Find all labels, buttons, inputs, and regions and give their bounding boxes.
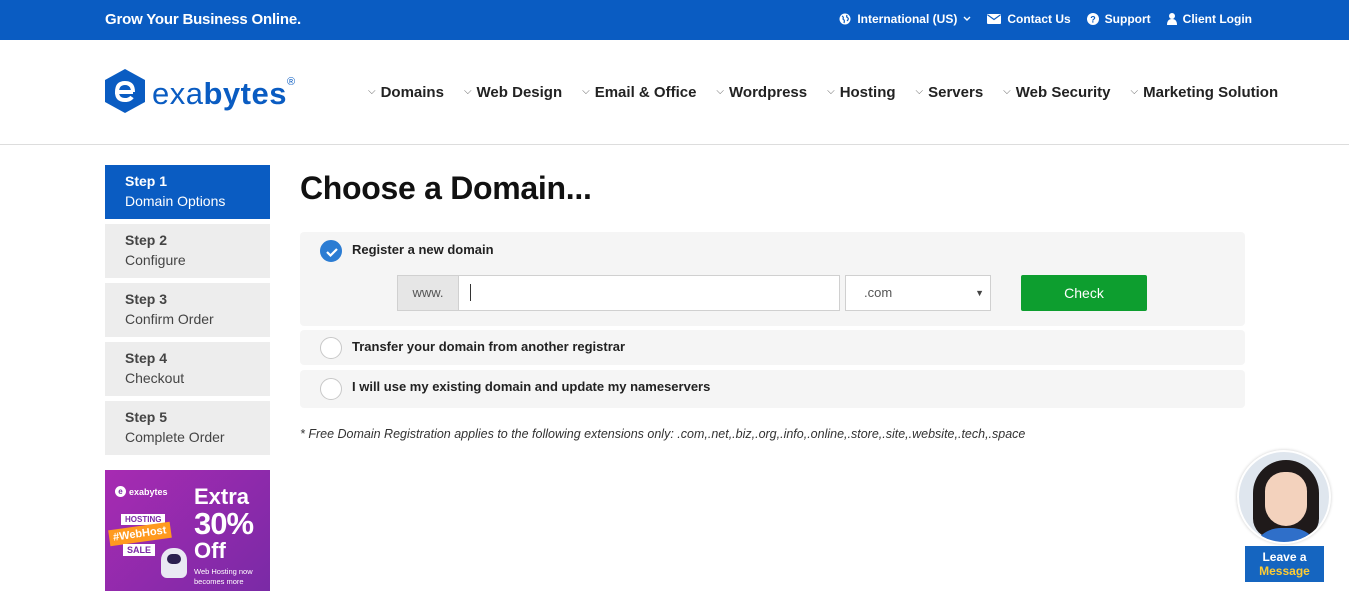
leave-message-button[interactable]: Leave a Message [1245, 546, 1324, 582]
promo-percent: 30% [194, 506, 254, 541]
check-button[interactable]: Check [1021, 275, 1147, 311]
tld-selected: .com [864, 285, 893, 300]
support-label: Support [1104, 12, 1151, 26]
chevron-down-icon [963, 16, 971, 22]
step-domain-options[interactable]: Step 1 Domain Options [105, 165, 270, 219]
promo-brand: e exabytes [115, 486, 168, 497]
nav-servers[interactable]: ⌵ Servers [916, 84, 984, 101]
order-steps: Step 1 Domain Options Step 2 Configure S… [105, 165, 270, 460]
svg-text:?: ? [1090, 15, 1096, 25]
step-number: Step 3 [125, 291, 168, 307]
promo-banner[interactable]: e exabytes HOSTING #WebHost SALE Extra 3… [105, 470, 270, 591]
step-label: Domain Options [125, 193, 226, 209]
step-number: Step 2 [125, 232, 168, 248]
checkmark-icon [326, 248, 338, 258]
existing-radio[interactable] [320, 378, 342, 400]
free-domain-note: * Free Domain Registration applies to th… [300, 427, 1026, 441]
step-checkout[interactable]: Step 4 Checkout [105, 342, 270, 396]
site-header: exabytes ® ⌵ Domains ⌵ Web Design ⌵ Email &… [0, 40, 1349, 145]
contact-us-label: Contact Us [1007, 12, 1071, 26]
chevron-down-icon: ⌵ [915, 86, 924, 97]
chat-line-2: Message [1259, 564, 1310, 578]
globe-icon [839, 13, 851, 25]
top-links: International (US) Contact Us ? Support … [839, 12, 1252, 26]
astronaut-icon [161, 548, 187, 578]
main-nav: ⌵ Domains ⌵ Web Design ⌵ Email & Office ⌵ Wo… [368, 84, 1298, 101]
register-radio[interactable] [320, 240, 342, 262]
step-number: Step 5 [125, 409, 168, 425]
chevron-down-icon: ⌵ [582, 86, 590, 97]
chevron-down-icon: ⌵ [827, 86, 835, 97]
step-label: Checkout [125, 370, 185, 386]
option-existing: I will use my existing domain and update… [300, 370, 1245, 408]
text-cursor [470, 284, 471, 301]
question-circle-icon: ? [1086, 13, 1099, 25]
chevron-down-icon: ⌵ [1003, 86, 1011, 97]
exabytes-logo[interactable]: exabytes ® [104, 68, 295, 119]
domain-input[interactable] [458, 275, 840, 311]
step-complete-order[interactable]: Step 5 Complete Order [105, 401, 270, 455]
transfer-label: Transfer your domain from another regist… [352, 339, 626, 354]
chevron-down-icon: ⌵ [368, 86, 376, 97]
hexagon-e-icon [104, 68, 146, 119]
promo-logo-icon: e [115, 486, 126, 497]
step-confirm-order[interactable]: Step 3 Confirm Order [105, 283, 270, 337]
region-label: International (US) [857, 12, 958, 26]
nav-marketing-solution[interactable]: ⌵ Marketing Solution [1131, 84, 1279, 101]
step-number: Step 4 [125, 350, 168, 366]
chevron-down-icon: ⌵ [1130, 86, 1139, 97]
option-transfer: Transfer your domain from another regist… [300, 330, 1245, 365]
step-label: Confirm Order [125, 311, 214, 327]
step-number: Step 1 [125, 173, 168, 189]
registered-mark: ® [286, 75, 296, 88]
caret-down-icon: ▼ [975, 288, 984, 298]
promo-off: Off [194, 538, 226, 563]
nav-domains[interactable]: ⌵ Domains [368, 84, 444, 101]
tagline: Grow Your Business Online. [105, 11, 301, 28]
top-bar: Grow Your Business Online. International… [0, 0, 1349, 40]
envelope-icon [987, 14, 1002, 24]
step-label: Configure [125, 252, 186, 268]
nav-wordpress[interactable]: ⌵ Wordpress [716, 84, 807, 101]
promo-small-text: Web Hosting now becomes more [194, 567, 253, 586]
agent-avatar [1237, 450, 1331, 544]
support-link[interactable]: ? Support [1086, 12, 1151, 26]
contact-us-link[interactable]: Contact Us [987, 12, 1071, 26]
chat-line-1: Leave a [1262, 550, 1307, 564]
chat-widget[interactable]: Leave a Message [1237, 450, 1331, 582]
existing-label: I will use my existing domain and update… [352, 379, 711, 394]
logo-wordmark: exabytes [152, 75, 287, 111]
region-selector[interactable]: International (US) [839, 12, 971, 26]
step-configure[interactable]: Step 2 Configure [105, 224, 270, 278]
option-register: Register a new domain www. .com ▼ Check [300, 232, 1245, 326]
nav-web-security[interactable]: ⌵ Web Security [1003, 84, 1110, 101]
tld-select[interactable]: .com ▼ [845, 275, 991, 311]
client-login-link[interactable]: Client Login [1166, 12, 1252, 26]
register-label: Register a new domain [352, 242, 494, 257]
page-title: Choose a Domain... [300, 170, 592, 206]
www-prefix: www. [397, 275, 458, 311]
nav-email-office[interactable]: ⌵ Email & Office [582, 84, 696, 101]
step-label: Complete Order [125, 429, 225, 445]
client-login-label: Client Login [1182, 12, 1252, 26]
chevron-down-icon: ⌵ [716, 86, 725, 97]
nav-web-design[interactable]: ⌵ Web Design [464, 84, 562, 101]
chevron-down-icon: ⌵ [463, 86, 472, 97]
user-icon [1166, 13, 1177, 25]
transfer-radio[interactable] [320, 337, 342, 359]
nav-hosting[interactable]: ⌵ Hosting [827, 84, 895, 101]
